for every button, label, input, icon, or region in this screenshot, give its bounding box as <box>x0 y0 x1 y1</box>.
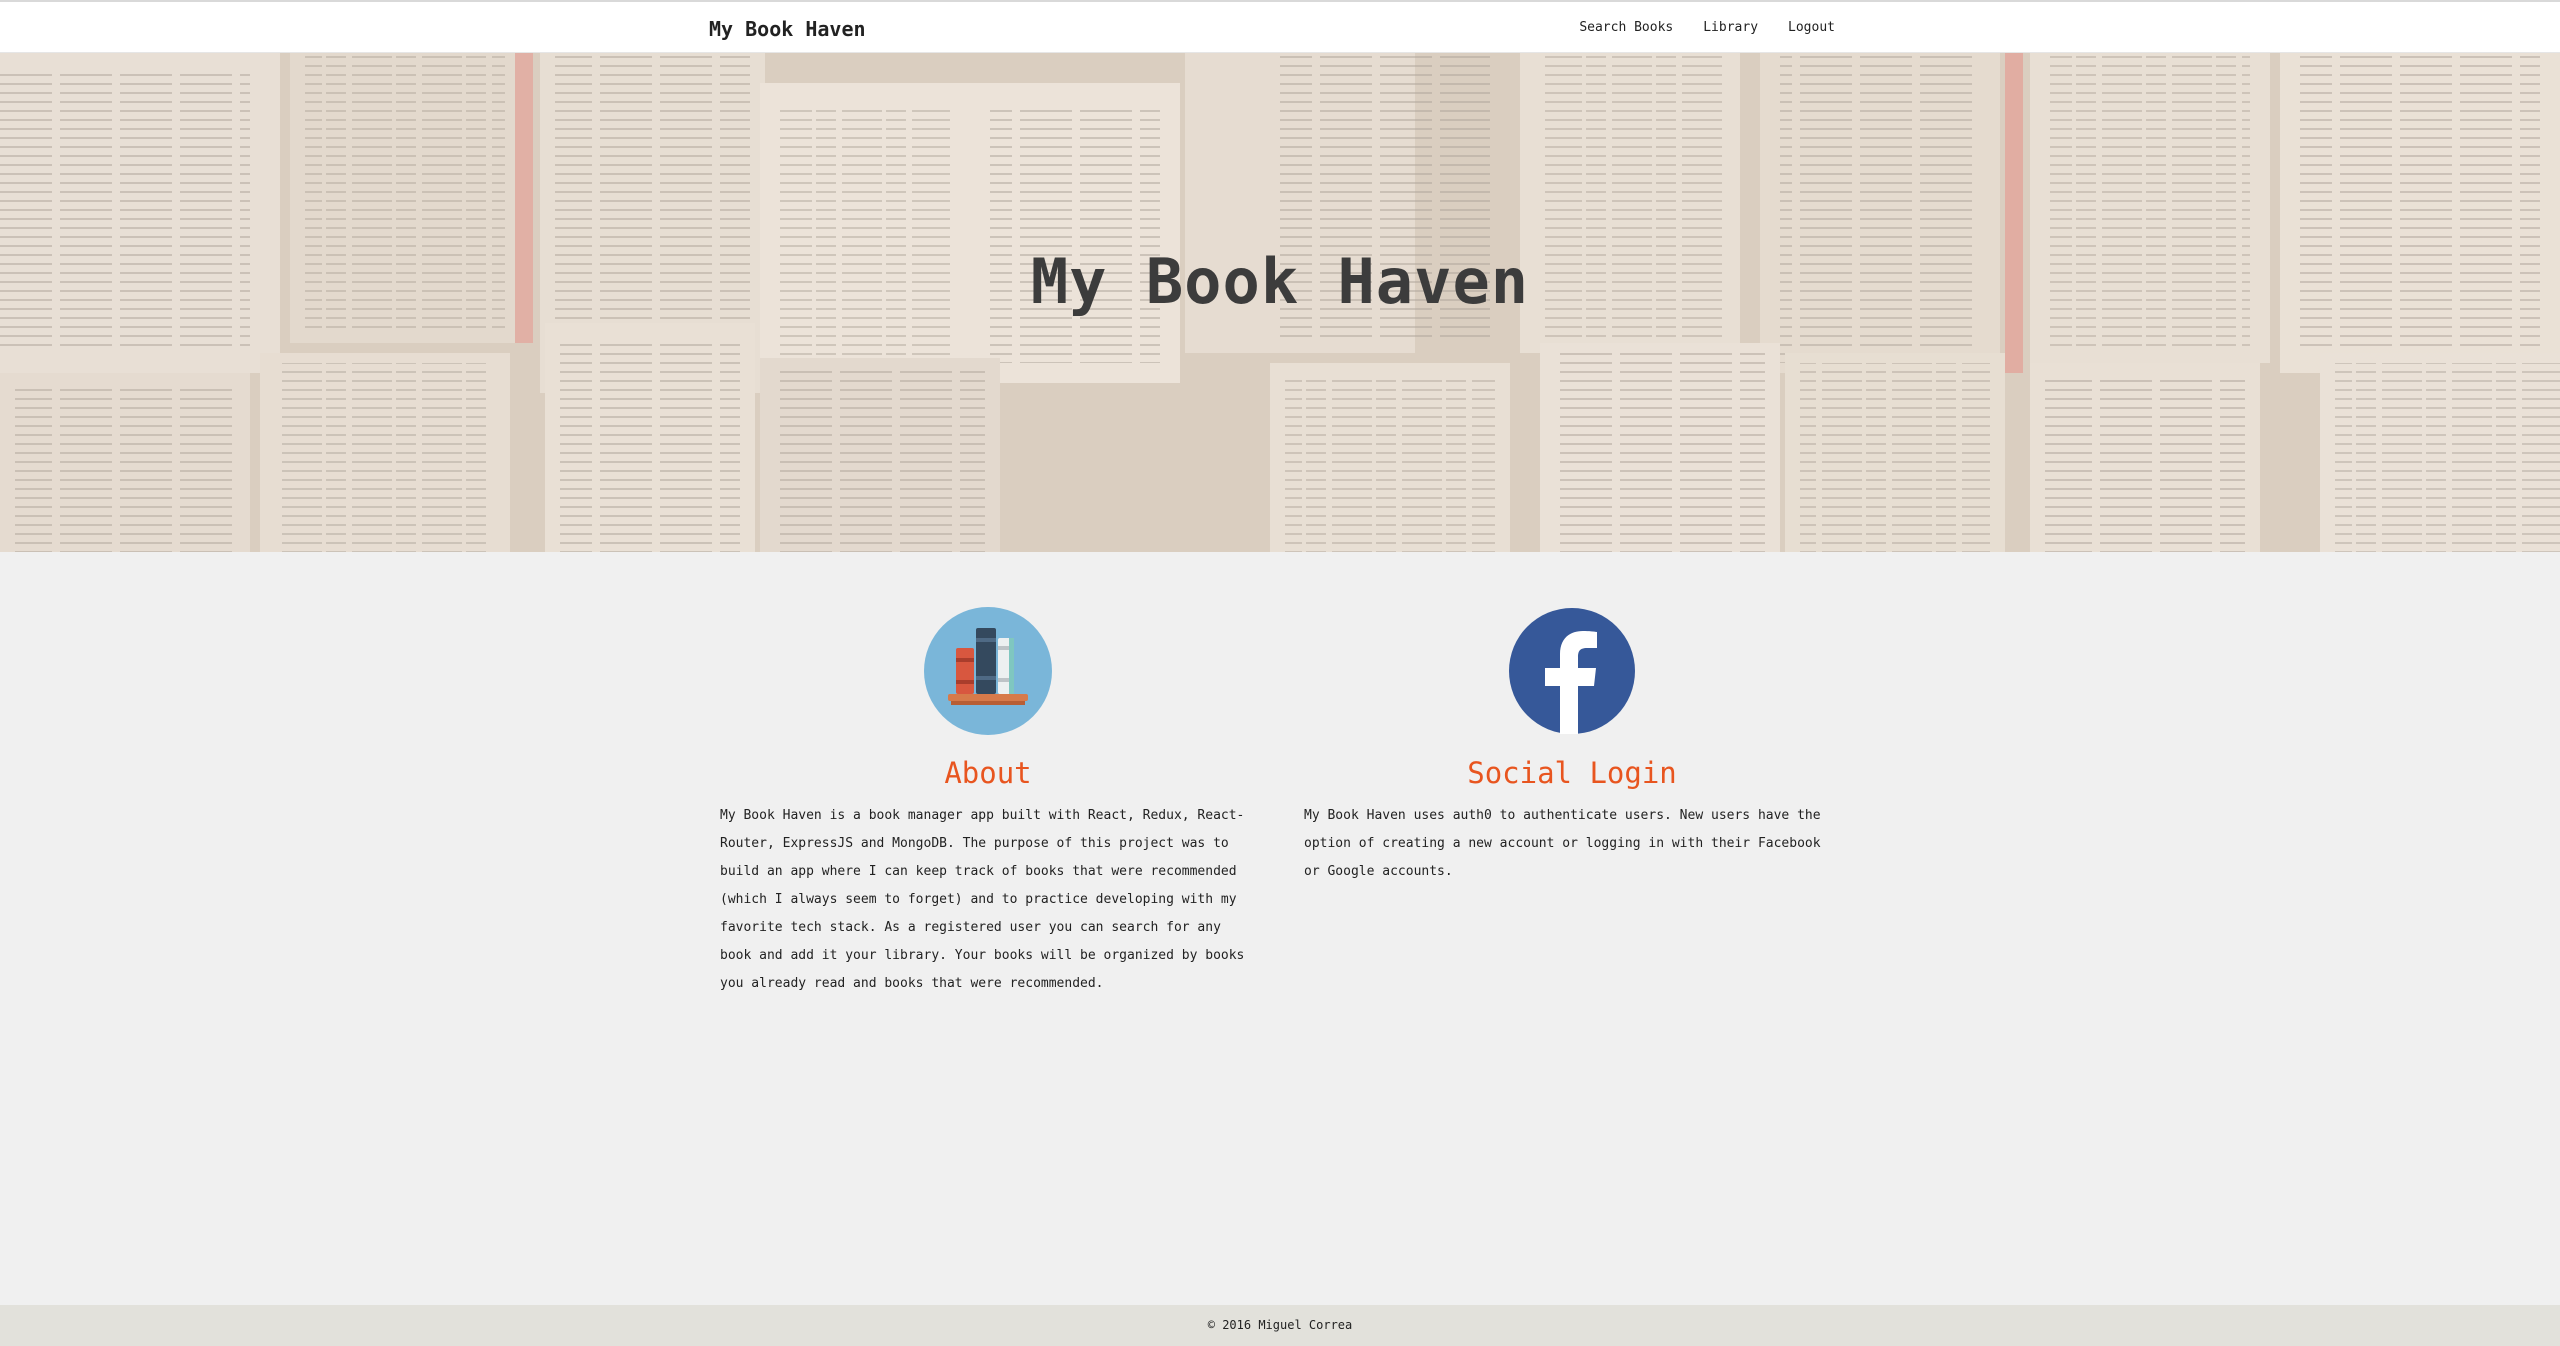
hero-title: My Book Haven <box>1030 244 1530 318</box>
facebook-icon <box>1507 606 1637 736</box>
brand-link[interactable]: My Book Haven <box>709 17 866 41</box>
social-login-feature: Social Login My Book Haven uses auth0 to… <box>1302 606 1842 886</box>
about-heading: About <box>944 756 1032 790</box>
about-text: My Book Haven is a book manager app buil… <box>720 808 1245 991</box>
nav-link-search-books[interactable]: Search Books <box>1579 20 1673 35</box>
about-feature: About My Book Haven is a book manager ap… <box>718 606 1258 998</box>
nav-link-library[interactable]: Library <box>1703 20 1758 35</box>
nav-links: Search Books Library Logout <box>1549 20 1835 35</box>
navbar: My Book Haven Search Books Library Logou… <box>0 0 2560 53</box>
nav-link-logout[interactable]: Logout <box>1788 20 1835 35</box>
footer: © 2016 Miguel Correa <box>0 1305 2560 1346</box>
social-login-heading: Social Login <box>1467 756 1677 790</box>
hero-banner: My Book Haven <box>0 53 2560 552</box>
social-login-text: My Book Haven uses auth0 to authenticate… <box>1304 808 1821 879</box>
copyright-text: © 2016 Miguel Correa <box>1207 1318 1353 1332</box>
books-icon <box>923 606 1053 736</box>
